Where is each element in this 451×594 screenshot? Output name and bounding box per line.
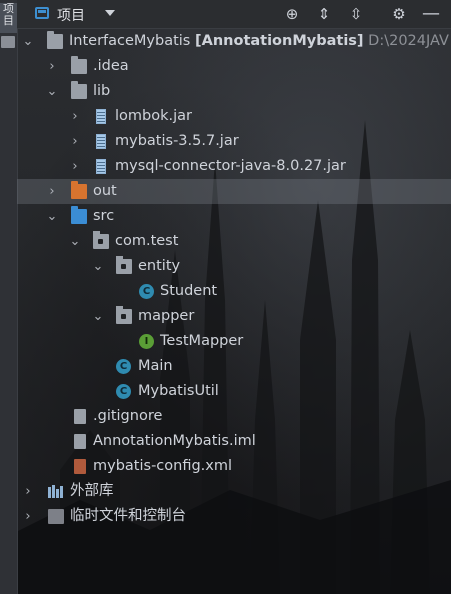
- node-label: AnnotationMybatis.iml: [93, 433, 256, 449]
- jar-icon: [96, 159, 106, 174]
- chevron-right-icon[interactable]: ›: [22, 479, 34, 504]
- ignore-file-icon: [74, 409, 86, 424]
- node-label: mybatis-3.5.7.jar: [115, 133, 239, 149]
- runnable-class-icon: C: [116, 359, 131, 374]
- tree-node-jar[interactable]: › lombok.jar: [17, 104, 451, 129]
- root-module: [AnnotationMybatis]: [194, 33, 364, 49]
- node-label: src: [93, 208, 115, 224]
- locate-icon[interactable]: ⊕: [282, 4, 302, 24]
- scratches-icon: [48, 509, 64, 524]
- root-name: InterfaceMybatis: [69, 33, 191, 49]
- project-tree: ⌄ InterfaceMybatis [AnnotationMybatis] D…: [17, 29, 451, 529]
- tree-node-package[interactable]: ⌄ entity: [17, 254, 451, 279]
- iml-file-icon: [74, 434, 86, 449]
- jar-icon: [96, 109, 106, 124]
- source-folder-icon: [71, 206, 87, 224]
- project-title[interactable]: 项目: [57, 5, 85, 25]
- chevron-down-icon[interactable]: ⌄: [46, 79, 58, 104]
- node-label: lib: [93, 83, 111, 99]
- node-label: TestMapper: [160, 333, 244, 349]
- folder-icon: [71, 56, 87, 74]
- tree-node-scratches[interactable]: › 临时文件和控制台: [17, 504, 451, 529]
- node-label: 外部库: [70, 483, 114, 499]
- chevron-down-icon[interactable]: ⌄: [22, 29, 34, 54]
- tree-node-package[interactable]: ⌄ com.test: [17, 229, 451, 254]
- folder-stripe-icon[interactable]: [1, 36, 15, 48]
- chevron-down-icon[interactable]: ⌄: [46, 204, 58, 229]
- node-label: mapper: [138, 308, 195, 324]
- package-icon: [116, 306, 132, 324]
- jar-icon: [96, 134, 106, 149]
- class-icon: C: [116, 384, 131, 399]
- tree-node-lib[interactable]: ⌄ lib: [17, 79, 451, 104]
- node-label: entity: [138, 258, 181, 274]
- interface-icon: I: [139, 334, 154, 349]
- module-folder-icon: [47, 31, 63, 49]
- tree-node-jar[interactable]: › mybatis-3.5.7.jar: [17, 129, 451, 154]
- node-label: .gitignore: [93, 408, 163, 424]
- project-tool-window-tab[interactable]: 项目: [0, 3, 17, 33]
- tree-node-class[interactable]: C MybatisUtil: [17, 379, 451, 404]
- chevron-right-icon[interactable]: ›: [69, 104, 81, 129]
- chevron-right-icon[interactable]: ›: [46, 179, 58, 204]
- tree-node-package[interactable]: ⌄ mapper: [17, 304, 451, 329]
- tree-node-external-libraries[interactable]: › 外部库: [17, 479, 451, 504]
- chevron-down-icon[interactable]: [105, 10, 115, 16]
- folder-icon: [71, 81, 87, 99]
- class-icon: C: [139, 284, 154, 299]
- chevron-down-icon[interactable]: ⌄: [92, 254, 104, 279]
- node-label: Student: [160, 283, 218, 299]
- chevron-right-icon[interactable]: ›: [69, 154, 81, 179]
- tree-node-class[interactable]: C Student: [17, 279, 451, 304]
- hide-icon[interactable]: —: [421, 4, 441, 24]
- package-icon: [116, 256, 132, 274]
- chevron-right-icon[interactable]: ›: [22, 504, 34, 529]
- library-icon: [48, 484, 64, 499]
- node-label: out: [93, 183, 117, 199]
- tree-node-idea[interactable]: › .idea: [17, 54, 451, 79]
- tree-node-main-class[interactable]: C Main: [17, 354, 451, 379]
- root-path: D:\2024JAV: [368, 33, 449, 49]
- tool-window-stripe: 项目: [0, 0, 18, 594]
- tree-node-root[interactable]: ⌄ InterfaceMybatis [AnnotationMybatis] D…: [17, 29, 451, 54]
- project-window-icon: [35, 7, 49, 19]
- project-tab-label: 项目: [3, 2, 14, 27]
- tree-node-file[interactable]: mybatis-config.xml: [17, 454, 451, 479]
- tree-node-out[interactable]: › out: [17, 179, 451, 204]
- excluded-folder-icon: [71, 181, 87, 199]
- chevron-right-icon[interactable]: ›: [46, 54, 58, 79]
- project-header: 项目 ⊕ ⇕ ⇳ ⚙ —: [17, 0, 451, 29]
- node-label: 临时文件和控制台: [70, 508, 186, 524]
- chevron-down-icon[interactable]: ⌄: [69, 229, 81, 254]
- tree-node-file[interactable]: AnnotationMybatis.iml: [17, 429, 451, 454]
- node-label: MybatisUtil: [138, 383, 219, 399]
- xml-file-icon: [74, 459, 86, 474]
- expand-all-icon[interactable]: ⇕: [314, 4, 334, 24]
- node-label: mysql-connector-java-8.0.27.jar: [115, 158, 346, 174]
- package-icon: [93, 231, 109, 249]
- node-label: lombok.jar: [115, 108, 192, 124]
- node-label: mybatis-config.xml: [93, 458, 233, 474]
- node-label: .idea: [93, 58, 129, 74]
- node-label: Main: [138, 358, 173, 374]
- tree-node-jar[interactable]: › mysql-connector-java-8.0.27.jar: [17, 154, 451, 179]
- node-label: com.test: [115, 233, 179, 249]
- tree-node-file[interactable]: .gitignore: [17, 404, 451, 429]
- chevron-right-icon[interactable]: ›: [69, 129, 81, 154]
- tree-node-interface[interactable]: I TestMapper: [17, 329, 451, 354]
- collapse-all-icon[interactable]: ⇳: [346, 4, 366, 24]
- tree-node-src[interactable]: ⌄ src: [17, 204, 451, 229]
- settings-icon[interactable]: ⚙: [389, 4, 409, 24]
- chevron-down-icon[interactable]: ⌄: [92, 304, 104, 329]
